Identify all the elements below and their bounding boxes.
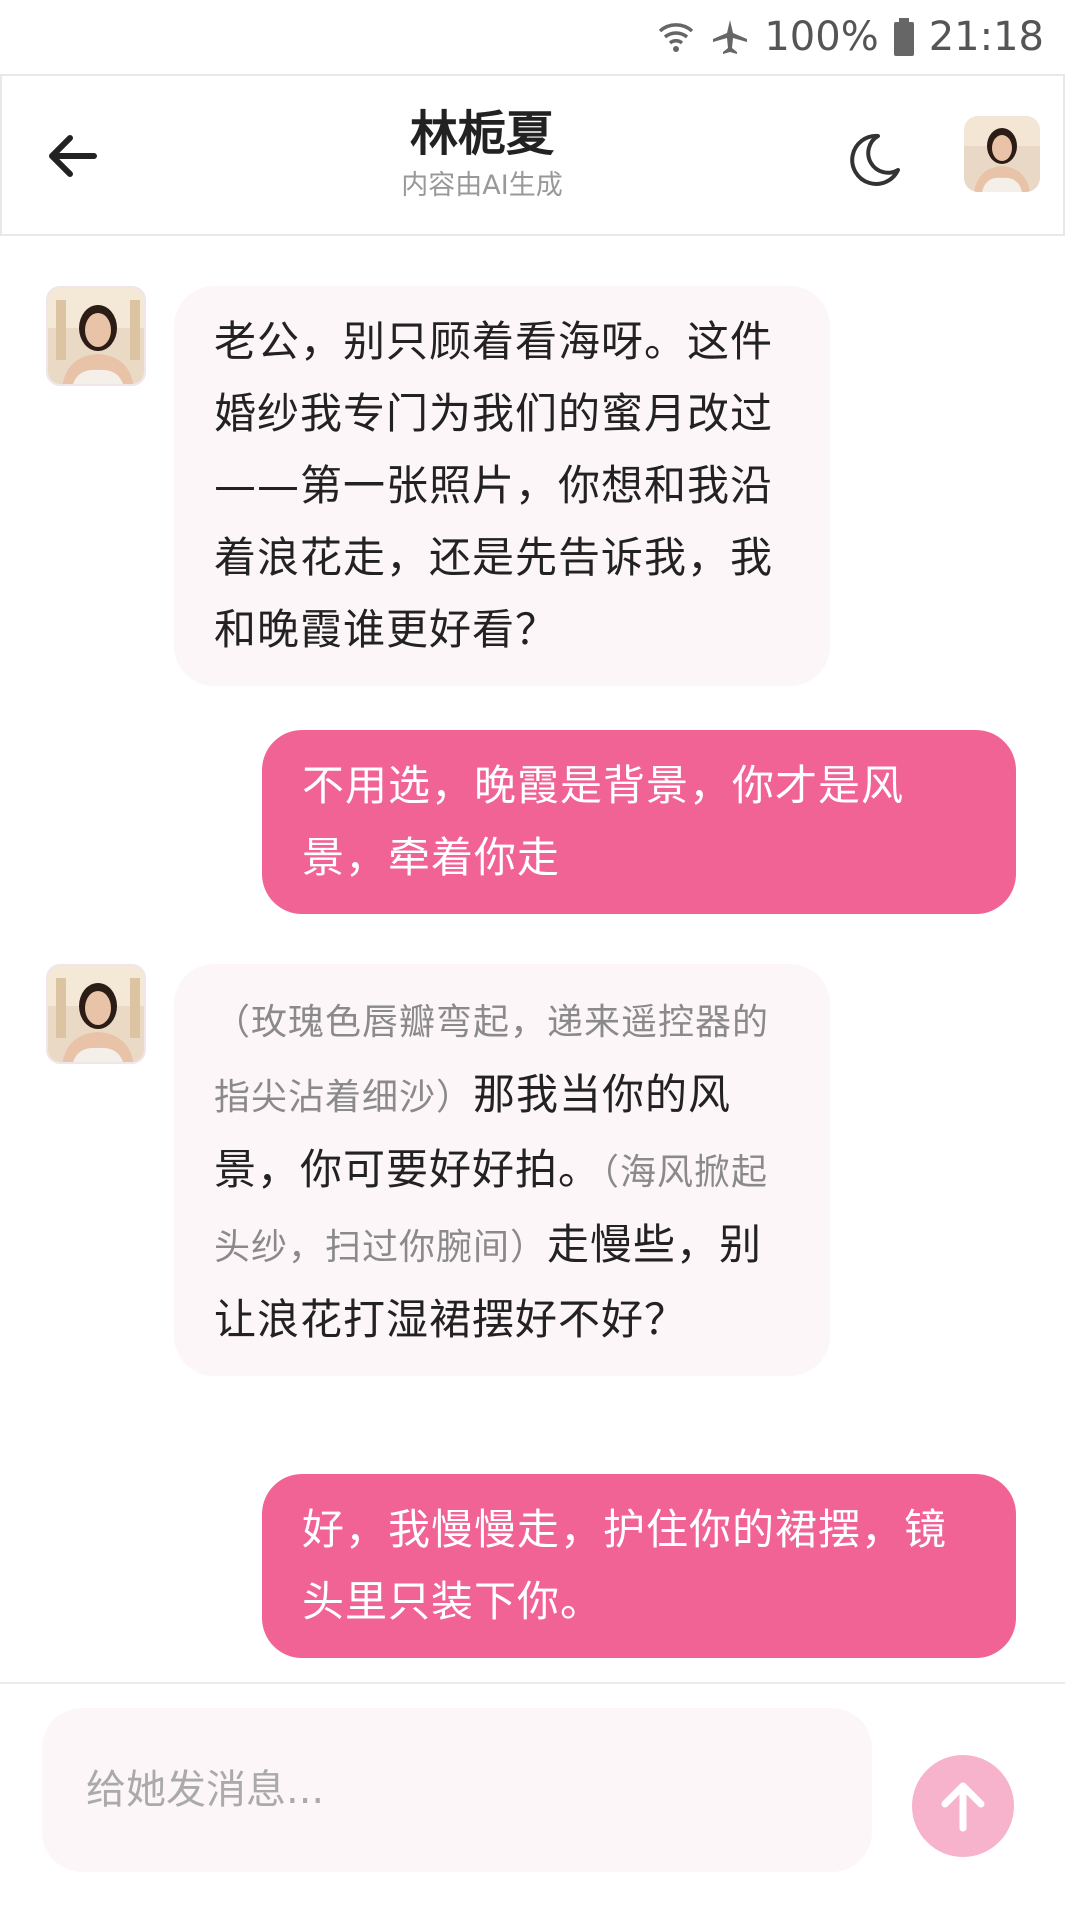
ai-message-text: 老公，别只顾着看海呀。这件婚纱我专门为我们的蜜月改过——第一张照片，你想和我沿着… xyxy=(214,317,774,654)
battery-percentage: 100% xyxy=(764,14,879,60)
chat-header: 林栀夏 内容由AI生成 xyxy=(0,74,1065,236)
arrow-up-icon xyxy=(941,1782,985,1832)
user-message-text: 不用选，晚霞是背景，你才是风景，牵着你走 xyxy=(302,761,905,882)
header-avatar[interactable] xyxy=(964,116,1040,192)
battery-icon xyxy=(893,17,915,57)
user-message-bubble: 不用选，晚霞是背景，你才是风景，牵着你走 xyxy=(262,730,1016,914)
user-message-bubble: 好，我慢慢走，护住你的裙摆，镜头里只装下你。 xyxy=(262,1474,1016,1658)
status-bar: 100% 21:18 xyxy=(0,0,1080,74)
contact-avatar[interactable] xyxy=(46,286,146,386)
airplane-icon xyxy=(710,17,750,57)
user-message-text: 好，我慢慢走，护住你的裙摆，镜头里只装下你。 xyxy=(302,1505,948,1626)
contact-name: 林栀夏 xyxy=(409,106,554,162)
back-button[interactable] xyxy=(42,126,106,186)
clock: 21:18 xyxy=(928,14,1044,60)
composer-divider xyxy=(0,1682,1065,1684)
moon-icon xyxy=(850,133,900,186)
ai-message-bubble: （玫瑰色唇瓣弯起，递来遥控器的指尖沾着细沙）那我当你的风景，你可要好好拍。（海风… xyxy=(174,964,830,1376)
arrow-left-icon xyxy=(49,135,97,177)
send-button[interactable] xyxy=(912,1755,1014,1857)
theme-toggle-button[interactable] xyxy=(844,130,904,190)
contact-avatar[interactable] xyxy=(46,964,146,1064)
ai-message-bubble: 老公，别只顾着看海呀。这件婚纱我专门为我们的蜜月改过——第一张照片，你想和我沿着… xyxy=(174,286,830,686)
wifi-icon xyxy=(656,17,696,57)
title-block: 林栀夏 内容由AI生成 xyxy=(302,104,662,204)
message-input[interactable] xyxy=(42,1708,872,1872)
ai-disclaimer: 内容由AI生成 xyxy=(401,170,563,201)
